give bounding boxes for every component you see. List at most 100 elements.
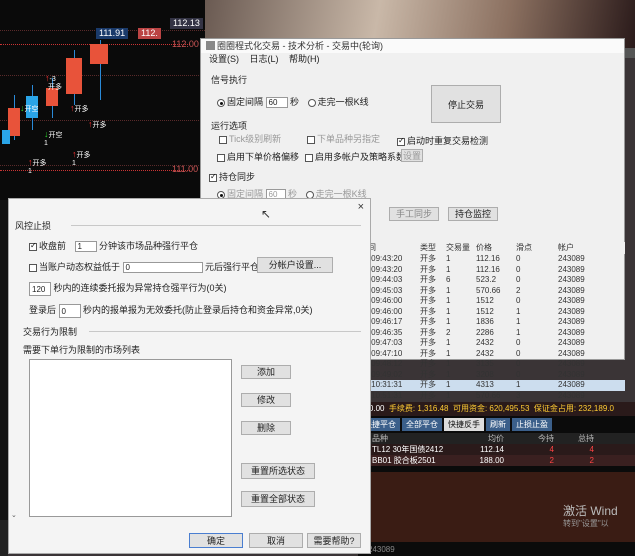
table-cell: 1 [446, 338, 451, 347]
ok-button[interactable]: 确定 [189, 533, 243, 548]
close-before-tail: 分钟该市场品种强行平仓 [99, 241, 199, 251]
table-cell: 0 [516, 359, 521, 368]
close-icon[interactable]: × [358, 201, 364, 213]
risk-section-title: 风控止损 [15, 221, 52, 231]
restrict-section-title: 交易行为限制 [23, 327, 78, 337]
help-button[interactable]: 需要帮助? [307, 533, 361, 548]
stop-loss-tab[interactable]: 止损止盈 [512, 418, 552, 431]
table-cell: 开多 [420, 369, 436, 379]
signal-label: 开空 [24, 106, 39, 113]
price-offset-checkbox[interactable] [217, 153, 225, 162]
cancel-button[interactable]: 取消 [249, 533, 303, 548]
add-button[interactable]: 添加 [241, 365, 291, 379]
table-cell: 1 [446, 359, 451, 368]
table-cell: 570.66 [476, 390, 501, 400]
per-bar-radio[interactable] [307, 98, 316, 107]
table-row[interactable]: 04 09:46:00 开多 1 1512 0 243089 [360, 296, 625, 307]
continuous-input[interactable]: 120 [29, 281, 51, 296]
interval-input[interactable]: 60 [265, 97, 288, 109]
position-monitor-button[interactable]: 持仓监控 [448, 207, 498, 221]
reset-selected-button[interactable]: 重置所选状态 [241, 463, 315, 479]
close-before-input[interactable]: 1 [74, 241, 97, 253]
close-all-tab[interactable]: 全部平仓 [402, 418, 442, 431]
stop-trading-button[interactable]: 停止交易 [431, 85, 501, 123]
fixed-interval-radio[interactable] [217, 98, 225, 107]
settings-button[interactable]: 设置 [401, 149, 423, 162]
table-row[interactable]: 04 09:49:02 开多 1 3208 0 243089 [360, 370, 625, 381]
quick-reverse-tab[interactable]: 快捷反手 [444, 418, 484, 431]
modify-button[interactable]: 修改 [241, 393, 291, 407]
cell: 2 [549, 456, 554, 465]
table-cell: 2 [446, 327, 451, 337]
table-row[interactable]: 04 09:43:20 开多 1 112.16 0 243089 [360, 265, 625, 276]
table-cell: 4313 [476, 380, 494, 389]
table-cell: 243089 [558, 285, 585, 295]
watermark: 转到"设置"以 [563, 519, 609, 528]
table-row[interactable]: 04 09:46:17 开多 1 1836 1 243089 [360, 317, 625, 328]
sync-position-checkbox[interactable] [209, 172, 217, 182]
refresh-tab[interactable]: 刷新 [486, 418, 510, 431]
margin-label: 保证金占用: 232,189.0 [533, 404, 614, 413]
cell: 4 [549, 445, 554, 454]
table-cell: 1512 [476, 306, 494, 316]
cell: 112.14 [480, 445, 504, 454]
login-after-label: 登录后 [29, 305, 57, 315]
order-table: 时间 类型 交易量 价格 滑点 帐户 04 09:43:20开多1112.160… [360, 242, 625, 401]
hdr-today: 今持 [538, 434, 554, 443]
col-price: 价格 [476, 243, 492, 252]
price-right: 112.13 [170, 18, 203, 29]
close-before-checkbox[interactable] [29, 241, 37, 251]
login-after-input[interactable]: 0 [58, 303, 81, 318]
table-cell: 243089 [558, 317, 585, 326]
table-row[interactable]: 04 09:46:00 开多 1 1512 1 243089 [360, 307, 625, 318]
multi-account-checkbox[interactable] [305, 153, 313, 162]
table-cell: 开多 [420, 359, 436, 368]
table-cell: 243089 [558, 306, 585, 316]
table-cell: 243089 [558, 380, 585, 389]
market-listbox[interactable] [29, 359, 232, 517]
table-cell: 243089 [558, 338, 585, 347]
available-label: 可用资金: 620,495.53 [452, 404, 530, 413]
order-product-checkbox[interactable] [307, 135, 315, 144]
table-row[interactable]: 04 09:47:10 开多 1 2432 0 243089 [360, 349, 625, 360]
panel-header: 序. 品种 均价 今持 总持 [358, 433, 635, 444]
equity-checkbox[interactable] [29, 263, 37, 272]
table-cell: 1 [446, 285, 451, 295]
table-row[interactable]: 04 10:31:31 开多 1 4313 1 243089 [360, 380, 625, 391]
position-row[interactable]: 2 BB01 胶合板2501 188.00 2 2 [358, 455, 635, 466]
table-cell: 6 [446, 275, 451, 284]
table-cell: 570.66 [476, 285, 501, 295]
position-row[interactable]: 1 TL12 30年国债2412 112.14 4 4 [358, 444, 635, 455]
account-settings-button[interactable]: 分帐户设置... [257, 257, 333, 273]
table-cell: 开多 [420, 254, 436, 263]
table-cell: 243089 [558, 264, 585, 274]
table-row[interactable]: 04 09:47:03 开多 1 2432 0 243089 [360, 338, 625, 349]
auto-repeat-checkbox[interactable] [397, 136, 405, 146]
delete-button[interactable]: 删除 [241, 421, 291, 435]
bottom-account: 243089 [368, 545, 395, 554]
signal-label: -3 [49, 76, 56, 83]
chevron-down-icon[interactable]: ⌄ [11, 511, 17, 519]
cursor-icon: ↖ [261, 207, 272, 221]
run-options-label: 运行选项 [211, 121, 248, 131]
fee-label: 手续费: 1,316.48 [388, 404, 449, 413]
menu-log[interactable]: 日志(L) [250, 54, 279, 64]
equity-input[interactable]: 0 [122, 262, 203, 274]
table-row[interactable]: 04 09:44:03 开多 6 523.2 0 243089 [360, 275, 625, 286]
manual-sync-button[interactable]: 手工同步 [389, 207, 439, 221]
reset-all-button[interactable]: 重置全部状态 [241, 491, 315, 507]
risk-control-dialog: × ↖ 风控止损 收盘前 1 分钟该市场品种强行平仓 当账户动态权益低于 0 元… [8, 198, 371, 554]
table-row[interactable]: 04 09:46:35 开多 2 2286 1 243089 [360, 328, 625, 339]
table-row[interactable]: 04 09:43:20 开多 1 112.16 0 243089 [360, 254, 625, 265]
table-row[interactable]: 04 09:45:03 开多 1 570.66 2 243089 [360, 286, 625, 297]
candle [2, 130, 10, 144]
table-row[interactable]: 04 09:48:12 开多 1 3135 0 243089 [360, 359, 625, 370]
table-row[interactable]: 04 10:51:31 开多 1 570.66 3 243089 [360, 391, 625, 402]
equity-label: 当账户动态权益低于 [39, 262, 121, 272]
table-cell: 2 [516, 285, 521, 295]
table-cell: 开多 [420, 306, 436, 316]
menu-settings[interactable]: 设置(S) [209, 54, 239, 64]
login-after-tail: 秒内的报单报为无效委托(防止登录后持仓和资金异常,0关) [83, 305, 313, 315]
tick-mode-checkbox[interactable] [219, 135, 227, 144]
menu-help[interactable]: 帮助(H) [289, 54, 320, 64]
